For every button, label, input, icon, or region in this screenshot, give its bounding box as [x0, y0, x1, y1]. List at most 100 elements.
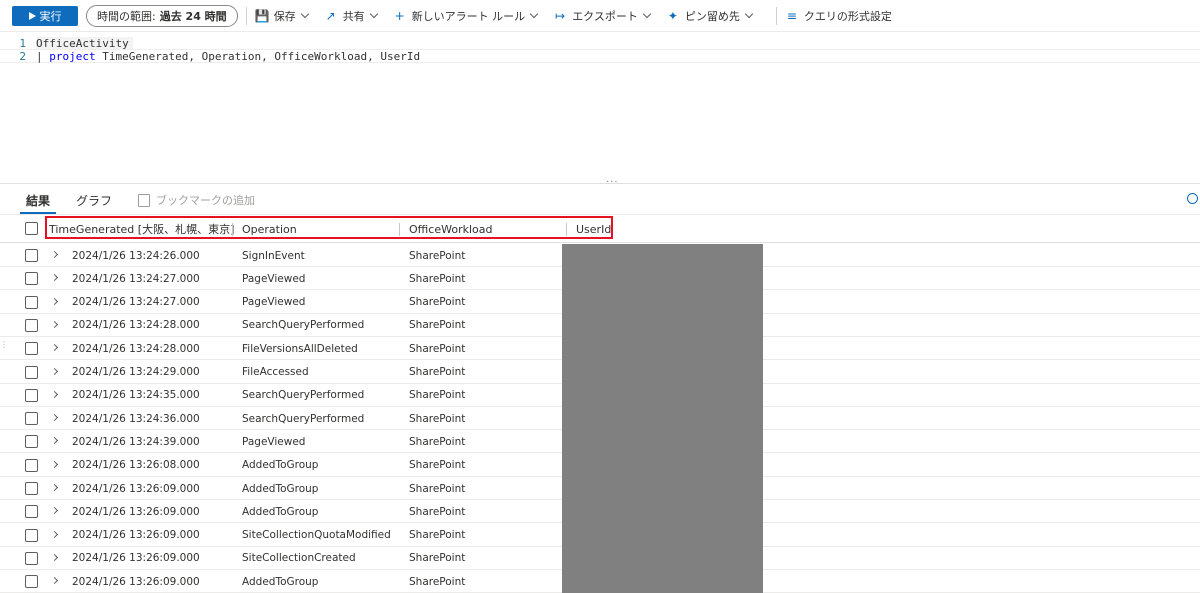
cell-timegenerated: 2024/1/26 13:26:09.000 — [72, 552, 200, 565]
cell-timegenerated: 2024/1/26 13:24:29.000 — [72, 366, 200, 378]
tab-chart[interactable]: グラフ — [76, 186, 112, 214]
chevron-down-icon — [300, 9, 309, 19]
chevron-right-icon[interactable] — [50, 390, 59, 398]
cell-timegenerated: 2024/1/26 13:24:26.000 — [72, 249, 200, 262]
share-label: 共有 — [342, 9, 365, 23]
cell-officeworkload: SharePoint — [409, 319, 466, 332]
row-checkbox[interactable] — [25, 412, 38, 426]
code-text: | project TimeGenerated, Operation, Offi… — [36, 50, 420, 63]
cell-operation: AddedToGroup — [242, 482, 319, 495]
select-all-checkbox[interactable] — [25, 222, 38, 235]
row-checkbox[interactable] — [25, 482, 38, 495]
editor-line: 2 | project TimeGenerated, Operation, Of… — [0, 49, 1200, 63]
row-checkbox[interactable] — [25, 365, 38, 379]
chevron-right-icon[interactable] — [50, 414, 59, 422]
row-checkbox[interactable] — [25, 342, 38, 356]
cell-timegenerated: 2024/1/26 13:26:09.000 — [72, 575, 200, 588]
cell-operation: AddedToGroup — [242, 505, 319, 518]
cell-officeworkload: SharePoint — [409, 435, 466, 448]
chevron-right-icon[interactable] — [50, 320, 59, 328]
chevron-down-icon — [744, 9, 754, 19]
add-bookmark-label: ブックマークの追加 — [156, 194, 256, 207]
new-alert-rule-menu[interactable]: + 新しいアラート ルール — [393, 5, 539, 27]
resize-handle-icon: ⋮ — [0, 340, 8, 349]
cell-timegenerated: 2024/1/26 13:26:08.000 — [72, 459, 200, 472]
row-checkbox[interactable] — [25, 318, 38, 332]
save-label: 保存 — [273, 9, 296, 23]
chevron-down-icon — [369, 9, 378, 19]
cell-officeworkload: SharePoint — [409, 296, 466, 309]
chevron-down-icon — [642, 9, 652, 19]
export-menu[interactable]: ↦ エクスポート — [553, 5, 652, 27]
time-range-value: 過去 24 時間 — [159, 9, 227, 23]
row-checkbox[interactable] — [25, 249, 38, 262]
pipe-operator: | — [36, 49, 50, 63]
cell-operation: PageViewed — [242, 435, 306, 448]
cell-operation: PageViewed — [242, 272, 306, 285]
chevron-right-icon[interactable] — [50, 483, 59, 492]
row-checkbox[interactable] — [25, 575, 38, 589]
chevron-right-icon[interactable] — [50, 437, 59, 445]
chevron-right-icon[interactable] — [50, 367, 59, 375]
add-bookmark-button: ブックマークの追加 — [138, 186, 255, 214]
code-text: OfficeActivity — [36, 36, 133, 50]
query-toolbar: 実行 時間の範囲: 過去 24 時間 💾 保存 ↗ 共有 + 新しいアラート ル… — [0, 0, 1200, 32]
chevron-right-icon[interactable] — [50, 274, 59, 282]
cell-timegenerated: 2024/1/26 13:24:27.000 — [72, 272, 200, 285]
pin-menu[interactable]: ✦ ピン留め先 — [666, 5, 754, 27]
cell-timegenerated: 2024/1/26 13:24:39.000 — [72, 435, 200, 448]
chevron-right-icon[interactable] — [50, 460, 59, 468]
row-checkbox[interactable] — [25, 551, 38, 565]
cell-officeworkload: SharePoint — [409, 552, 466, 565]
chevron-right-icon[interactable] — [50, 297, 59, 305]
cell-timegenerated: 2024/1/26 13:24:27.000 — [72, 296, 200, 309]
cell-officeworkload: SharePoint — [409, 272, 466, 285]
cell-timegenerated: 2024/1/26 13:24:35.000 — [72, 389, 200, 402]
cell-timegenerated: 2024/1/26 13:26:09.000 — [72, 505, 200, 518]
cell-officeworkload: SharePoint — [409, 529, 466, 542]
cell-officeworkload: SharePoint — [409, 459, 466, 472]
editor-line: 1 OfficeActivity — [0, 36, 133, 50]
chevron-right-icon[interactable] — [50, 577, 59, 585]
cell-officeworkload: SharePoint — [409, 249, 466, 262]
save-menu[interactable]: 💾 保存 — [254, 5, 309, 27]
toolbar-divider — [775, 6, 777, 25]
bookmark-icon — [138, 193, 151, 207]
chevron-right-icon[interactable] — [50, 344, 59, 352]
plus-icon: + — [394, 8, 405, 23]
share-menu[interactable]: ↗ 共有 — [324, 5, 378, 27]
query-editor[interactable]: 1 OfficeActivity 2 | project TimeGenerat… — [0, 33, 1200, 183]
toolbar-divider — [245, 6, 247, 25]
chevron-right-icon[interactable] — [50, 553, 59, 561]
format-lines-icon: ≡ — [786, 8, 797, 23]
code-args: TimeGenerated, Operation, OfficeWorkload… — [95, 49, 421, 63]
tab-results[interactable]: 結果 — [19, 186, 57, 214]
row-checkbox[interactable] — [25, 528, 38, 542]
share-icon: ↗ — [325, 8, 336, 23]
format-query-button[interactable]: ≡ クエリの形式設定 — [785, 5, 892, 27]
row-checkbox[interactable] — [25, 295, 38, 309]
row-checkbox[interactable] — [25, 505, 38, 519]
row-checkbox[interactable] — [25, 272, 38, 286]
run-button[interactable]: 実行 — [12, 5, 78, 26]
chevron-right-icon[interactable] — [50, 507, 59, 515]
chevron-right-icon[interactable] — [50, 530, 59, 538]
pin-icon: ✦ — [667, 8, 678, 23]
cell-operation: SearchQueryPerformed — [242, 412, 365, 425]
search-icon[interactable] — [1187, 193, 1198, 204]
play-icon — [28, 11, 36, 20]
row-checkbox[interactable] — [25, 388, 38, 402]
chevron-right-icon[interactable] — [50, 250, 59, 259]
pane-splitter[interactable] — [0, 183, 1200, 184]
row-checkbox[interactable] — [25, 458, 38, 472]
save-icon: 💾 — [254, 8, 270, 23]
code-keyword: project — [49, 49, 96, 63]
cell-timegenerated: 2024/1/26 13:26:09.000 — [72, 482, 200, 495]
export-icon: ↦ — [555, 8, 566, 23]
line-number: 2 — [19, 49, 26, 63]
time-range-picker[interactable]: 時間の範囲: 過去 24 時間 — [86, 4, 238, 27]
row-checkbox[interactable] — [25, 435, 38, 449]
cell-officeworkload: SharePoint — [409, 482, 466, 495]
cell-timegenerated: 2024/1/26 13:24:28.000 — [72, 319, 200, 332]
cell-operation: FileVersionsAllDeleted — [242, 342, 358, 355]
